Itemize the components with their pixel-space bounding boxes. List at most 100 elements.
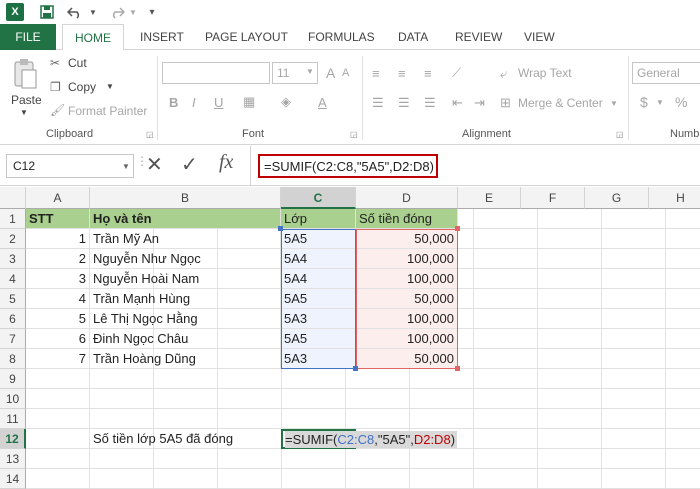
alignment-launcher-icon[interactable]: ◲ <box>616 130 624 139</box>
cell-a1[interactable]: STT <box>26 209 90 229</box>
tab-review[interactable]: REVIEW <box>455 24 502 50</box>
range-handle[interactable] <box>455 226 460 231</box>
copy-dropdown-icon[interactable]: ▼ <box>106 82 114 91</box>
redo-icon[interactable] <box>108 3 126 21</box>
font-launcher-icon[interactable]: ◲ <box>350 130 358 139</box>
paste-dropdown-icon[interactable]: ▼ <box>20 108 28 117</box>
clipboard-launcher-icon[interactable]: ◲ <box>146 130 154 139</box>
row-header[interactable]: 5 <box>0 289 26 309</box>
cell-d6[interactable]: 100,000 <box>356 309 458 329</box>
cell-a6[interactable]: 5 <box>26 309 90 329</box>
format-painter-icon[interactable]: 🖌 <box>50 103 65 117</box>
align-center-icon[interactable]: ☰ <box>398 95 410 111</box>
row-header[interactable]: 8 <box>0 349 26 369</box>
cell-a8[interactable]: 7 <box>26 349 90 369</box>
format-painter-button[interactable]: Format Painter <box>68 104 147 118</box>
paste-button[interactable]: Paste <box>11 93 42 107</box>
wrap-text-icon[interactable]: ⤶ <box>500 66 507 82</box>
font-name-select[interactable] <box>162 62 270 84</box>
paste-icon[interactable] <box>12 58 38 92</box>
cell-b8[interactable]: Trần Hoàng Dũng <box>90 349 281 369</box>
row-header[interactable]: 1 <box>0 209 26 229</box>
name-box[interactable]: C12 <box>6 154 134 178</box>
font-size-dropdown-icon[interactable]: ▼ <box>306 67 314 76</box>
row-header[interactable]: 11 <box>0 409 26 429</box>
column-header[interactable]: A <box>26 187 90 209</box>
middle-align-icon[interactable]: ≡ <box>398 66 406 81</box>
top-align-icon[interactable]: ≡ <box>372 66 380 81</box>
increase-indent-icon[interactable]: ⇥ <box>474 95 485 111</box>
fill-color-icon[interactable]: ◈ <box>281 94 291 110</box>
row-header[interactable]: 9 <box>0 369 26 389</box>
cell-c6[interactable]: 5A3 <box>281 309 356 329</box>
merge-dropdown-icon[interactable]: ▼ <box>610 99 618 108</box>
cell-c4[interactable]: 5A4 <box>281 269 356 289</box>
row-header[interactable]: 14 <box>0 469 26 489</box>
italic-button[interactable]: I <box>192 95 196 110</box>
row-header[interactable]: 10 <box>0 389 26 409</box>
orientation-icon[interactable]: ⟋ <box>452 65 461 81</box>
cell-b5[interactable]: Trần Mạnh Hùng <box>90 289 281 309</box>
bottom-align-icon[interactable]: ≡ <box>424 66 432 81</box>
row-header[interactable]: 7 <box>0 329 26 349</box>
range-handle[interactable] <box>455 366 460 371</box>
customize-toolbar-icon[interactable]: ▾ <box>146 3 158 21</box>
tab-home[interactable]: HOME <box>62 24 124 51</box>
formula-input[interactable]: =SUMIF(C2:C8,"5A5",D2:D8) <box>258 154 438 178</box>
cell-d7[interactable]: 100,000 <box>356 329 458 349</box>
cell-c1[interactable]: Lớp <box>281 209 356 229</box>
borders-icon[interactable]: ▦ <box>243 94 255 110</box>
undo-dropdown-icon[interactable]: ▼ <box>88 3 98 21</box>
row-header[interactable]: 13 <box>0 449 26 469</box>
bold-button[interactable]: B <box>169 95 178 110</box>
row-header[interactable]: 6 <box>0 309 26 329</box>
cell-b1[interactable]: Họ và tên <box>90 209 281 229</box>
column-header[interactable]: F <box>521 187 585 209</box>
cut-icon[interactable]: ✂ <box>50 56 60 70</box>
column-header-active[interactable]: C <box>281 187 356 209</box>
column-header[interactable]: G <box>585 187 649 209</box>
cell-a7[interactable]: 6 <box>26 329 90 349</box>
decrease-font-icon[interactable]: A <box>342 67 349 79</box>
number-format-select[interactable]: General <box>632 62 700 84</box>
cell-c8[interactable]: 5A3 <box>281 349 356 369</box>
cancel-icon[interactable]: ✕ <box>146 152 163 177</box>
tab-view[interactable]: VIEW <box>524 24 555 50</box>
cell-c5[interactable]: 5A5 <box>281 289 356 309</box>
decrease-indent-icon[interactable]: ⇤ <box>452 95 463 111</box>
range-handle[interactable] <box>353 366 358 371</box>
cut-button[interactable]: Cut <box>68 56 87 70</box>
cell-b12[interactable]: Số tiền lớp 5A5 đã đóng <box>90 429 281 449</box>
row-header[interactable]: 3 <box>0 249 26 269</box>
save-icon[interactable] <box>38 3 56 21</box>
copy-icon[interactable]: ❐ <box>50 80 61 94</box>
cell-b4[interactable]: Nguyễn Hoài Nam <box>90 269 281 289</box>
cell-c2[interactable]: 5A5 <box>281 229 356 249</box>
column-header[interactable]: H <box>649 187 700 209</box>
range-handle[interactable] <box>278 226 283 231</box>
copy-button[interactable]: Copy <box>68 80 96 94</box>
cell-c3[interactable]: 5A4 <box>281 249 356 269</box>
row-header[interactable]: 2 <box>0 229 26 249</box>
name-box-dropdown-icon[interactable]: ▼ <box>122 162 130 171</box>
column-header[interactable]: E <box>458 187 521 209</box>
cell-c7[interactable]: 5A5 <box>281 329 356 349</box>
wrap-text-button[interactable]: Wrap Text <box>518 66 572 80</box>
cell-d5[interactable]: 50,000 <box>356 289 458 309</box>
merge-center-button[interactable]: Merge & Center <box>518 96 603 110</box>
cell-b2[interactable]: Trần Mỹ An <box>90 229 281 249</box>
merge-center-icon[interactable]: ⊞ <box>500 95 511 111</box>
undo-icon[interactable] <box>66 3 84 21</box>
align-left-icon[interactable]: ☰ <box>372 95 384 111</box>
row-header-active[interactable]: 12 <box>0 429 26 449</box>
tab-page-layout[interactable]: PAGE LAYOUT <box>205 24 288 50</box>
font-color-icon[interactable]: A <box>318 95 327 110</box>
increase-font-icon[interactable]: A <box>326 65 335 81</box>
cell-b3[interactable]: Nguyễn Như Ngọc <box>90 249 281 269</box>
tab-file[interactable]: FILE <box>0 24 56 50</box>
percent-button[interactable]: % <box>675 94 687 110</box>
column-header[interactable]: B <box>90 187 281 209</box>
currency-button[interactable]: $ <box>640 94 648 110</box>
cell-b6[interactable]: Lê Thị Ngọc Hằng <box>90 309 281 329</box>
underline-button[interactable]: U <box>214 95 223 110</box>
